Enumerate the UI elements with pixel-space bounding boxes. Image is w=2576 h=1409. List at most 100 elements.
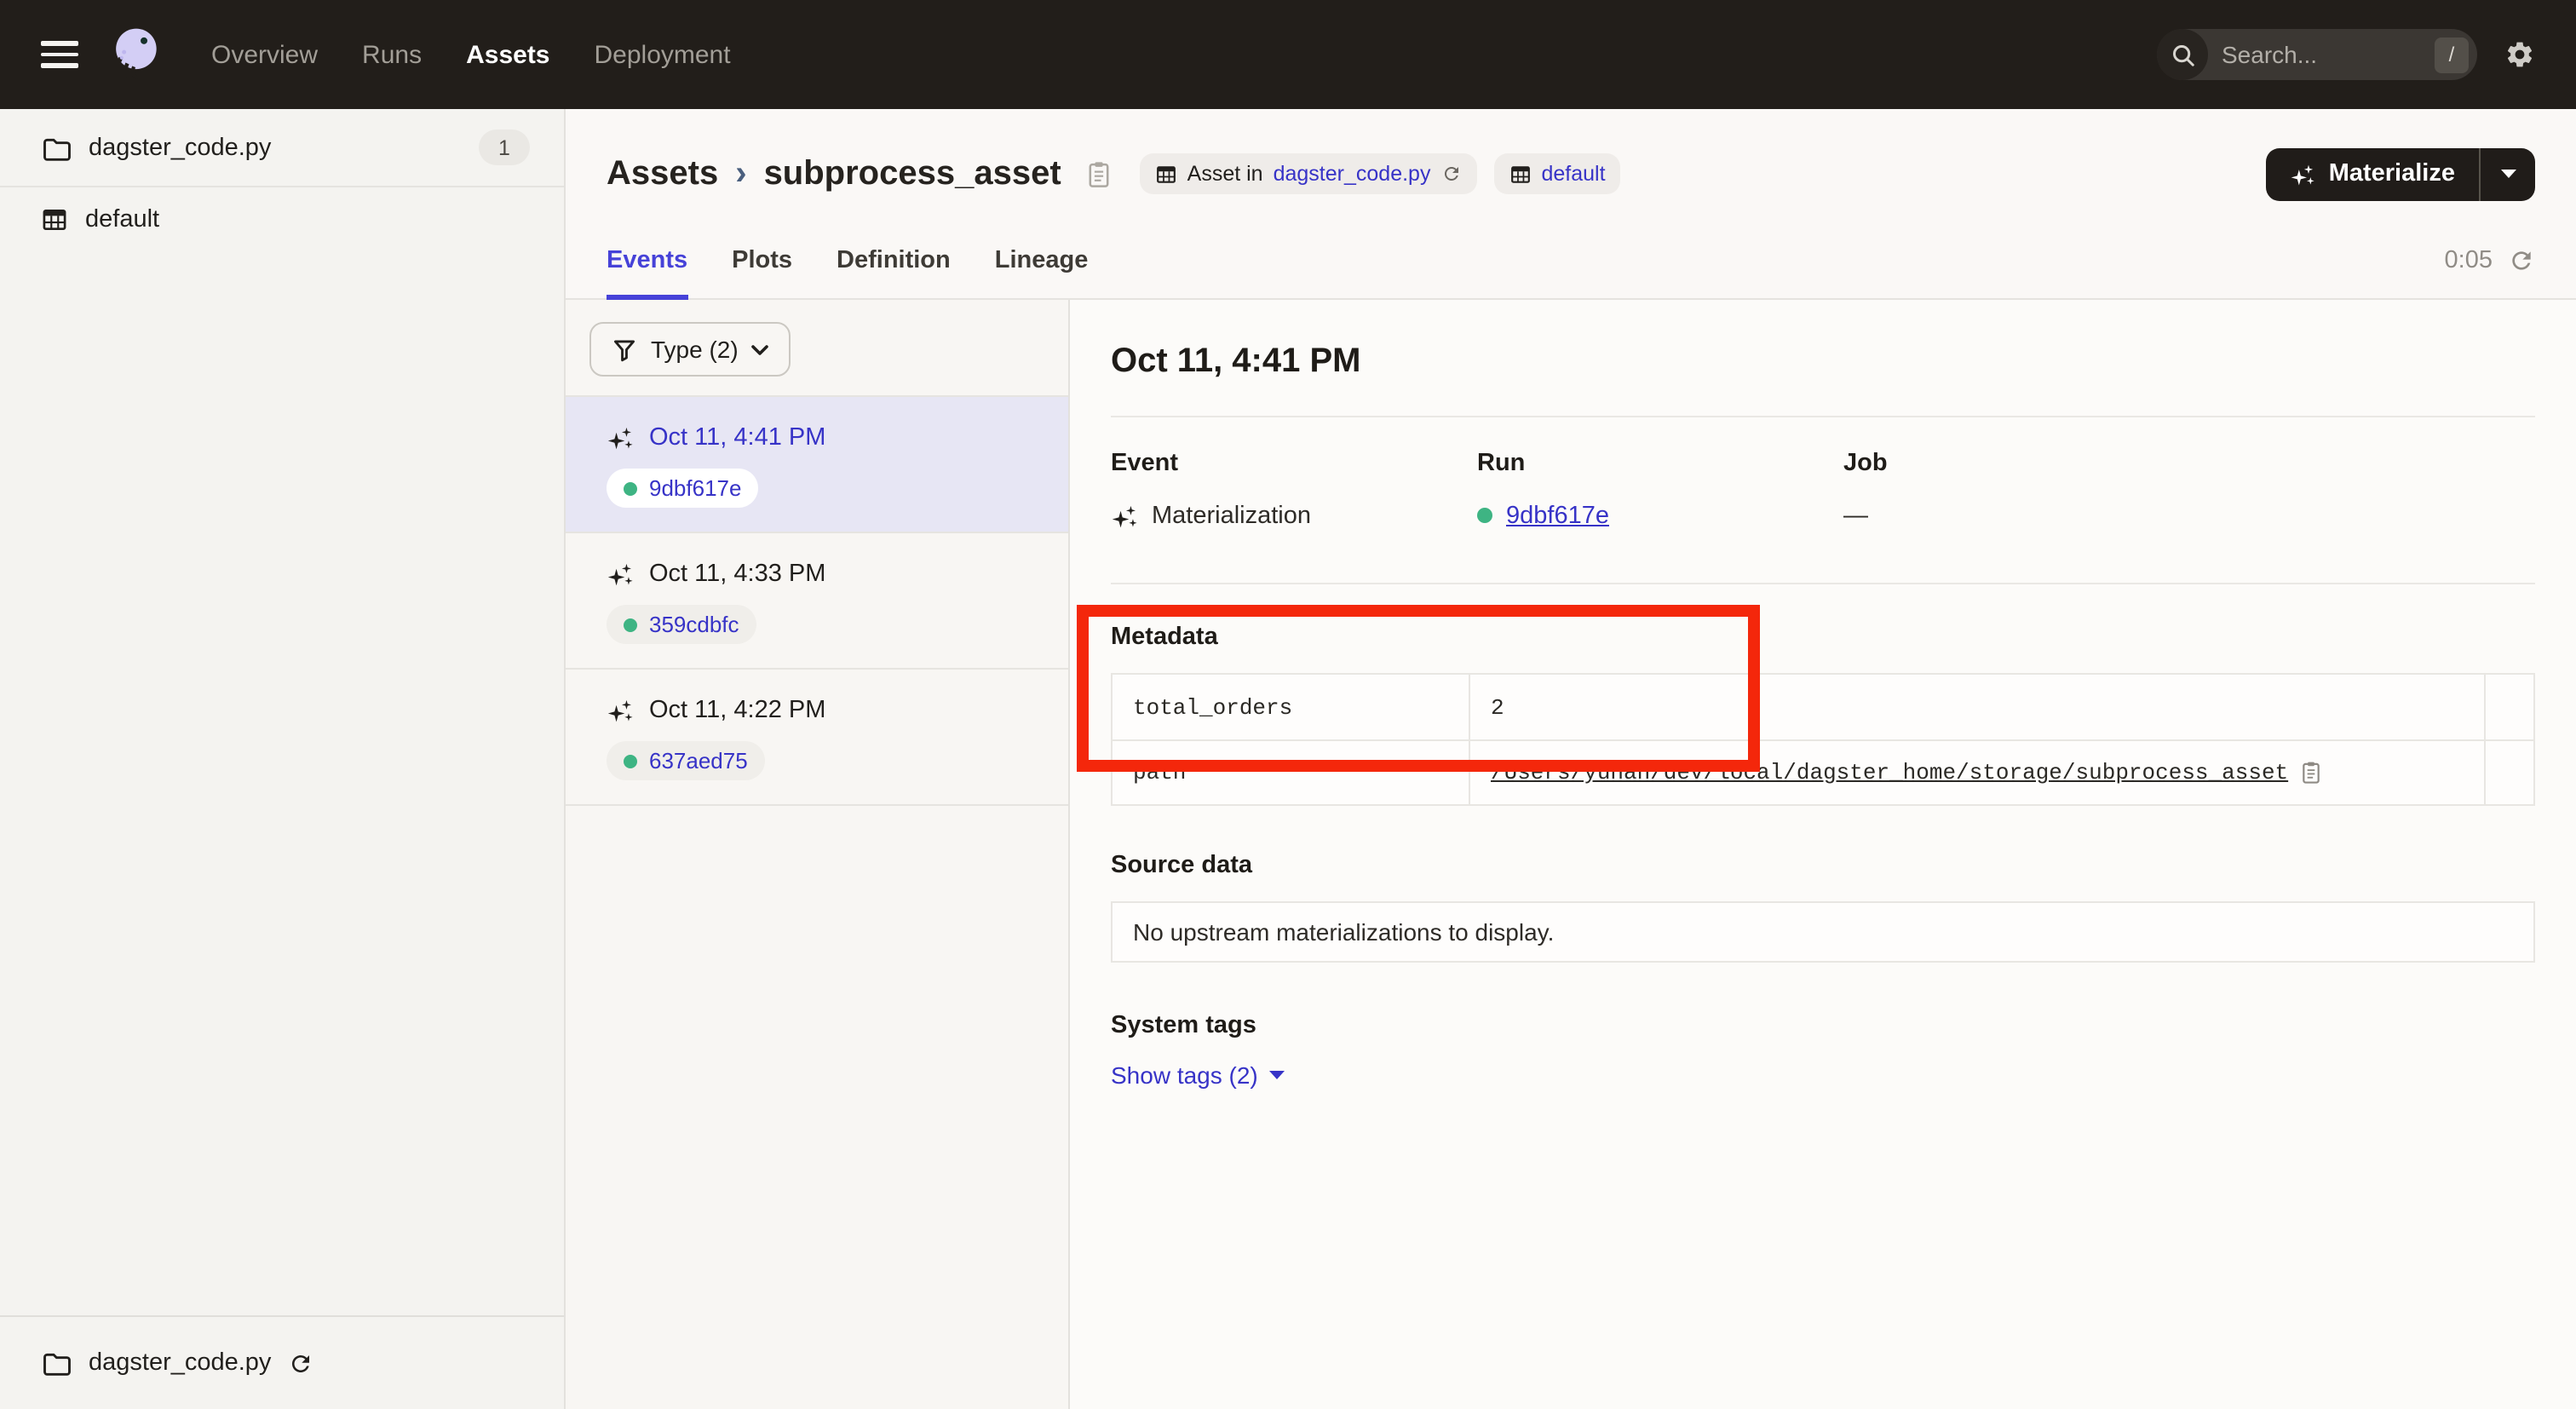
show-tags-toggle[interactable]: Show tags (2): [1111, 1061, 1285, 1089]
metadata-key: path: [1113, 739, 1470, 804]
breadcrumb-assets-link[interactable]: Assets: [607, 154, 718, 193]
copy-asset-name-icon[interactable]: [1085, 159, 1113, 188]
job-column-label: Job: [1843, 448, 2210, 479]
main-panel: Assets › subprocess_asset Asset in dagst…: [566, 109, 2576, 1409]
metadata-heading: Metadata: [1111, 622, 2535, 653]
run-status-dot: [624, 481, 637, 495]
run-column-label: Run: [1477, 448, 1843, 479]
event-list-panel: Type (2) Oct 11, 4:41 PM: [566, 300, 1070, 1409]
asset-group-icon: [41, 206, 68, 233]
folder-icon: [41, 132, 72, 163]
reload-icon[interactable]: [1440, 164, 1461, 184]
code-location-link[interactable]: dagster_code.py: [1274, 162, 1431, 186]
events-content: Type (2) Oct 11, 4:41 PM: [566, 300, 2576, 1409]
event-column-label: Event: [1111, 448, 1477, 479]
type-filter-button[interactable]: Type (2): [589, 322, 791, 377]
gear-icon[interactable]: [2504, 39, 2535, 70]
run-id-pill[interactable]: 637aed75: [607, 741, 765, 780]
divider: [1111, 583, 2535, 584]
materialize-button[interactable]: Materialize: [2266, 147, 2479, 200]
metadata-table: total_orders 2 path /Users/yuhan/dev/loc…: [1111, 673, 2535, 806]
run-id: 9dbf617e: [649, 475, 741, 501]
header-tags: Asset in dagster_code.py default: [1140, 153, 1621, 194]
sidebar-footer-code-location[interactable]: dagster_code.py: [0, 1315, 564, 1409]
source-data-empty-box: No upstream materializations to display.: [1111, 901, 2535, 963]
breadcrumb: Assets › subprocess_asset: [607, 154, 1113, 193]
refresh-countdown[interactable]: 0:05: [2445, 246, 2535, 273]
source-data-empty-message: No upstream materializations to display.: [1133, 918, 1554, 946]
event-list-item[interactable]: Oct 11, 4:22 PM 637aed75: [566, 670, 1068, 806]
event-detail-title: Oct 11, 4:41 PM: [1111, 341, 2535, 382]
run-id: 359cdbfc: [649, 612, 739, 637]
grid-icon: [1155, 163, 1177, 185]
materialization-sparkle-icon: [607, 697, 634, 724]
job-value: —: [1843, 502, 1868, 529]
metadata-extra-cell: [2484, 739, 2533, 804]
run-id-link[interactable]: 9dbf617e: [1506, 502, 1609, 529]
dagster-app-window: Overview Runs Assets Deployment / dagste…: [0, 0, 2576, 1409]
run-id: 637aed75: [649, 748, 748, 774]
event-detail-panel: Oct 11, 4:41 PM Event Materialization Ru…: [1070, 300, 2576, 1409]
page-title: subprocess_asset: [764, 154, 1061, 193]
event-list-item[interactable]: Oct 11, 4:33 PM 359cdbfc: [566, 533, 1068, 670]
run-id-pill[interactable]: 359cdbfc: [607, 605, 756, 644]
event-timestamp: Oct 11, 4:33 PM: [649, 561, 825, 588]
refresh-icon[interactable]: [2508, 246, 2535, 273]
divider: [1111, 416, 2535, 417]
materialization-sparkle-icon: [1111, 502, 1138, 529]
nav-item-assets[interactable]: Assets: [466, 40, 549, 69]
sparkle-icon: [2290, 161, 2315, 187]
grid-icon: [1509, 163, 1531, 185]
tag-prefix: Asset in: [1187, 162, 1263, 186]
top-nav-bar: Overview Runs Assets Deployment /: [0, 0, 2576, 109]
search-input[interactable]: [2208, 41, 2435, 68]
dagster-logo[interactable]: [102, 22, 167, 87]
folder-icon: [41, 1348, 72, 1378]
code-location-sidebar: dagster_code.py 1 default dagster_code.p…: [0, 109, 566, 1409]
event-info-grid: Event Materialization Run 9dbf617e: [1111, 448, 2535, 535]
nav-item-runs[interactable]: Runs: [362, 40, 422, 69]
copy-path-icon[interactable]: [2300, 760, 2322, 785]
countdown-value: 0:05: [2445, 246, 2493, 273]
metadata-value: /Users/yuhan/dev/local/dagster_home/stor…: [1470, 739, 2484, 804]
asset-in-code-location-tag[interactable]: Asset in dagster_code.py: [1140, 153, 1477, 194]
run-status-dot: [1477, 508, 1492, 523]
hamburger-menu-icon[interactable]: [41, 41, 78, 68]
page-header: Assets › subprocess_asset Asset in dagst…: [566, 109, 2576, 221]
system-tags-heading: System tags: [1111, 1010, 2535, 1041]
path-link[interactable]: /Users/yuhan/dev/local/dagster_home/stor…: [1491, 760, 2288, 785]
global-search[interactable]: /: [2157, 29, 2477, 80]
tab-plots[interactable]: Plots: [732, 221, 792, 298]
search-shortcut-badge: /: [2435, 37, 2469, 72]
group-tag[interactable]: default: [1493, 153, 1620, 194]
reload-icon[interactable]: [288, 1350, 313, 1376]
asset-count-badge: 1: [479, 129, 530, 165]
tab-lineage[interactable]: Lineage: [995, 221, 1089, 298]
metadata-key: total_orders: [1113, 675, 1470, 739]
sidebar-item-default-group[interactable]: default: [0, 187, 564, 252]
tab-definition[interactable]: Definition: [837, 221, 951, 298]
run-id-pill[interactable]: 9dbf617e: [607, 469, 758, 508]
breadcrumb-separator: ›: [735, 154, 746, 193]
group-link[interactable]: default: [1541, 162, 1605, 186]
nav-item-deployment[interactable]: Deployment: [595, 40, 731, 69]
asset-tabs: Events Plots Definition Lineage 0:05: [566, 221, 2576, 300]
materialize-dropdown-button[interactable]: [2481, 147, 2535, 200]
tab-events[interactable]: Events: [607, 221, 687, 298]
metadata-value: 2: [1470, 675, 2484, 739]
filter-label: Type (2): [651, 336, 739, 363]
caret-down-icon: [2500, 169, 2516, 179]
materialize-label: Materialize: [2329, 160, 2455, 187]
search-icon: [2157, 29, 2208, 80]
run-status-dot: [624, 754, 637, 768]
source-data-heading: Source data: [1111, 850, 2535, 881]
metadata-extra-cell: [2484, 675, 2533, 739]
nav-item-overview[interactable]: Overview: [211, 40, 318, 69]
chevron-down-icon: [752, 343, 769, 355]
footer-code-location-name: dagster_code.py: [89, 1349, 271, 1377]
event-list-item[interactable]: Oct 11, 4:41 PM 9dbf617e: [566, 397, 1068, 533]
event-type-value: Materialization: [1152, 502, 1311, 529]
run-status-dot: [624, 618, 637, 631]
materialization-sparkle-icon: [607, 424, 634, 451]
sidebar-code-location-header[interactable]: dagster_code.py 1: [0, 109, 564, 187]
